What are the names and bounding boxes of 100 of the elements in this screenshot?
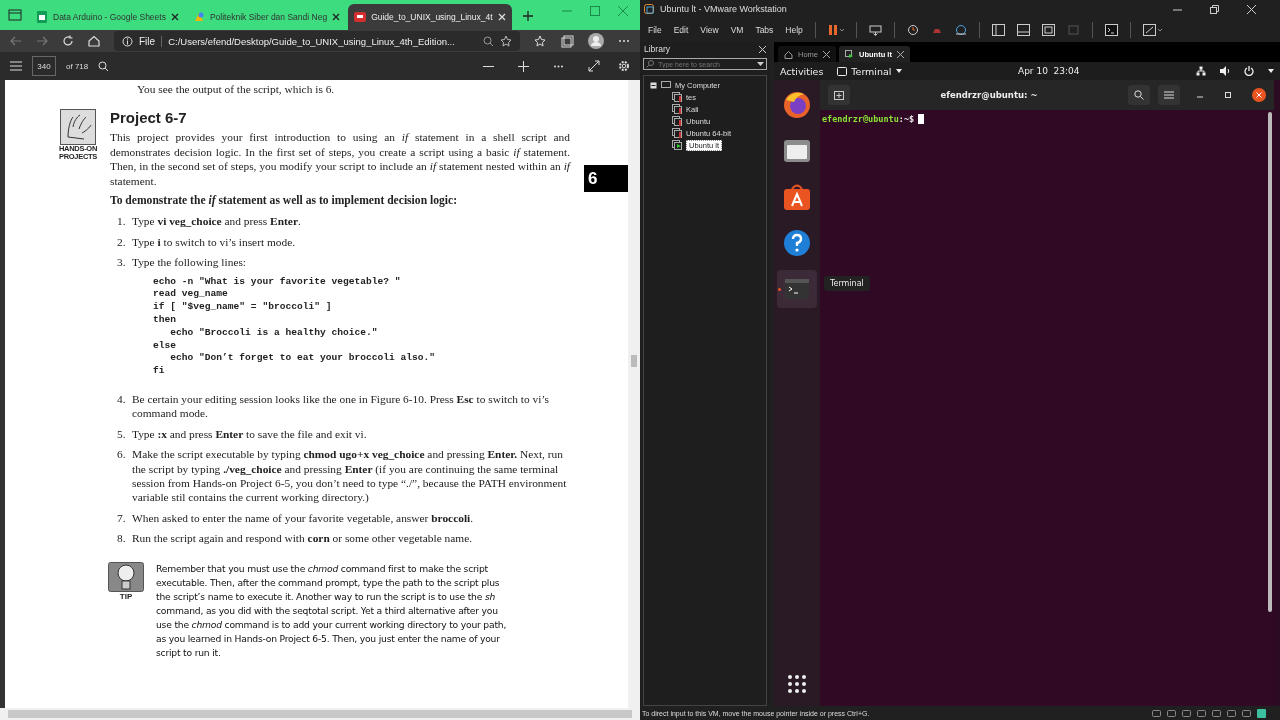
menu-item[interactable]: File	[648, 25, 662, 35]
scrollbar[interactable]	[1268, 112, 1272, 612]
terminal-prompt: efendrzr@ubuntu:~$	[822, 114, 915, 124]
step-number: 3.	[117, 255, 127, 271]
activities-button[interactable]: Activities	[780, 65, 824, 77]
collapse-icon[interactable]	[650, 81, 657, 89]
step-text: Type the following lines:	[132, 255, 248, 270]
app-grid-icon[interactable]	[787, 674, 807, 694]
console-icon[interactable]	[1104, 24, 1118, 36]
restore-icon[interactable]	[1210, 4, 1219, 14]
info-icon[interactable]	[122, 35, 133, 47]
menu-item[interactable]: Edit	[673, 25, 689, 35]
step-number: 1.	[117, 214, 127, 229]
snapshot-manager-icon[interactable]	[954, 24, 967, 36]
settings-icon[interactable]	[618, 60, 630, 72]
zoom-icon[interactable]	[483, 35, 494, 47]
help-icon	[782, 228, 812, 258]
fit-page-icon[interactable]	[588, 60, 600, 72]
step-text: When asked to enter the name of your favorite vegetable, answer broccoli.	[132, 510, 475, 526]
computer-icon	[661, 81, 671, 89]
step-text: Type i to switch to vi’s insert mode.	[132, 234, 297, 250]
project-heading: Project 6-7	[110, 109, 188, 127]
close-icon[interactable]	[170, 13, 179, 21]
full-screen-icon[interactable]	[1041, 24, 1055, 36]
browser-tab[interactable]: Data Arduino - Google Sheets	[30, 4, 185, 30]
scheme-label: File	[139, 35, 163, 47]
menu-item[interactable]: Help	[785, 25, 803, 35]
avatar-icon[interactable]	[588, 33, 604, 49]
code-listing: echo -n "What is your favorite vegetable? " read veg_name if [ "$veg_name" = "broccoli" ] then echo "Broccoli is a healthy choice." else echo "Don’t forget to eat your broccoli also." fi	[153, 275, 437, 379]
home-icon[interactable]	[88, 35, 100, 47]
search-icon	[646, 60, 654, 68]
contents-icon[interactable]	[10, 61, 22, 71]
snapshot-icon[interactable]	[906, 24, 919, 36]
stretch-icon[interactable]	[1142, 24, 1163, 36]
power-icon[interactable]	[1244, 66, 1254, 76]
new-tab-icon[interactable]	[521, 10, 534, 22]
close-icon[interactable]	[823, 50, 830, 58]
home-icon	[784, 49, 793, 59]
step-number: 2.	[117, 234, 127, 250]
sidebar-icon[interactable]	[8, 8, 22, 22]
section-heading: To demonstrate the if statement as well as to implement decision logic:	[110, 194, 459, 209]
virtual-machine-icon	[845, 49, 854, 59]
step-number: 8.	[117, 531, 127, 546]
close-icon[interactable]	[896, 50, 904, 58]
page-number-field[interactable]: 340	[32, 56, 56, 76]
text-cursor	[918, 114, 925, 124]
terminal-title: efendrzr@ubuntu: ~	[940, 90, 1038, 100]
dock-tooltip: Terminal	[824, 276, 870, 291]
forward-icon[interactable]	[36, 35, 48, 47]
search-icon[interactable]	[98, 60, 110, 72]
browser-tab[interactable]: Politeknik Siber dan Sandi Neg	[186, 4, 347, 30]
clock[interactable]: Apr 10 23:04	[1018, 66, 1080, 76]
step-text: Make the script executable by typing chmod ugo+x veg_choice and pressing Enter. Next, run the script by typing ./veg_choice and pressing Enter (if you are continuing the same terminal session from Hands-on Project 6-5, you don’t need to type “./”, because the PATH environment variable stil contains the current working directory.)	[132, 447, 568, 505]
volume-icon[interactable]	[1220, 66, 1230, 76]
menu-button[interactable]	[1158, 85, 1180, 105]
menu-icon	[1164, 91, 1174, 99]
shopping-bag-icon	[782, 182, 812, 212]
close-icon[interactable]	[1252, 88, 1266, 102]
firefox-icon	[782, 90, 812, 120]
app-menu[interactable]: Terminal	[837, 65, 902, 77]
search-icon	[1134, 90, 1144, 100]
tip-label: TIP	[118, 591, 134, 601]
hand-icon	[60, 109, 96, 146]
body-text: You see the output of the script, which is 6.	[137, 82, 336, 97]
back-icon[interactable]	[10, 35, 22, 47]
search-button[interactable]	[1128, 85, 1150, 105]
pdf-icon	[354, 11, 367, 23]
favorite-icon[interactable]	[500, 35, 512, 47]
message-icon[interactable]	[1257, 708, 1266, 718]
menu-item[interactable]: VM	[730, 25, 744, 35]
library-view-icon[interactable]	[991, 24, 1005, 36]
refresh-icon[interactable]	[62, 35, 74, 47]
favorites-icon[interactable]	[534, 34, 547, 48]
step-number: 5.	[117, 426, 127, 442]
thumbnail-view-icon[interactable]	[1016, 24, 1030, 36]
scrollbar-thumb[interactable]	[631, 355, 637, 367]
step-text: Type vi veg_choice and press Enter.	[132, 214, 302, 229]
close-icon[interactable]	[332, 13, 341, 21]
step-number: 7.	[117, 510, 127, 526]
browser-tab[interactable]: Guide_to_UNIX_using_Linux_4t	[348, 4, 512, 30]
url-text[interactable]: C:/Users/efend/Desktop/Guide_to_UNIX_using_Linux_4th_Edition...	[168, 35, 477, 47]
panel-title: Library	[644, 44, 670, 54]
caret-icon[interactable]	[1268, 69, 1274, 73]
window-title: Ubuntu lt - VMware Workstation	[660, 4, 787, 14]
light-bulb-icon	[108, 561, 144, 592]
dropdown-icon[interactable]	[757, 62, 764, 67]
scrollbar-thumb[interactable]	[8, 710, 632, 718]
zoom-in-icon[interactable]	[518, 60, 529, 72]
tip-text: Remember that you must use the chmod command first to make the script executable. Then, after the command prompt, type the path to the script plus the script’s name to execute it. Another way to run the script is to use the sh command, as you did with the seqtotal script. Yet a third alternative after you use the chmod command is to add your current working directory to your path, as you learned in Hands-on Project 6-5. Then, you just enter the name of your script to run it.	[156, 561, 508, 660]
pause-icon[interactable]	[827, 24, 844, 36]
step-text: Run the script again and respond with corn or some other vegetable name.	[132, 531, 474, 546]
step-number: 6.	[117, 447, 127, 463]
step-text: Be certain your editing session looks like the one in Figure 6-10. Press Esc to switch to vi’s command mode.	[132, 392, 550, 421]
new-tab-button[interactable]	[828, 85, 850, 105]
caret-icon	[895, 69, 902, 73]
menu-item[interactable]: Tabs	[755, 25, 774, 35]
send-keys-icon[interactable]	[868, 24, 882, 36]
menu-item[interactable]: View	[700, 25, 719, 35]
step-number: 4.	[117, 392, 127, 408]
collections-icon[interactable]	[561, 34, 574, 48]
